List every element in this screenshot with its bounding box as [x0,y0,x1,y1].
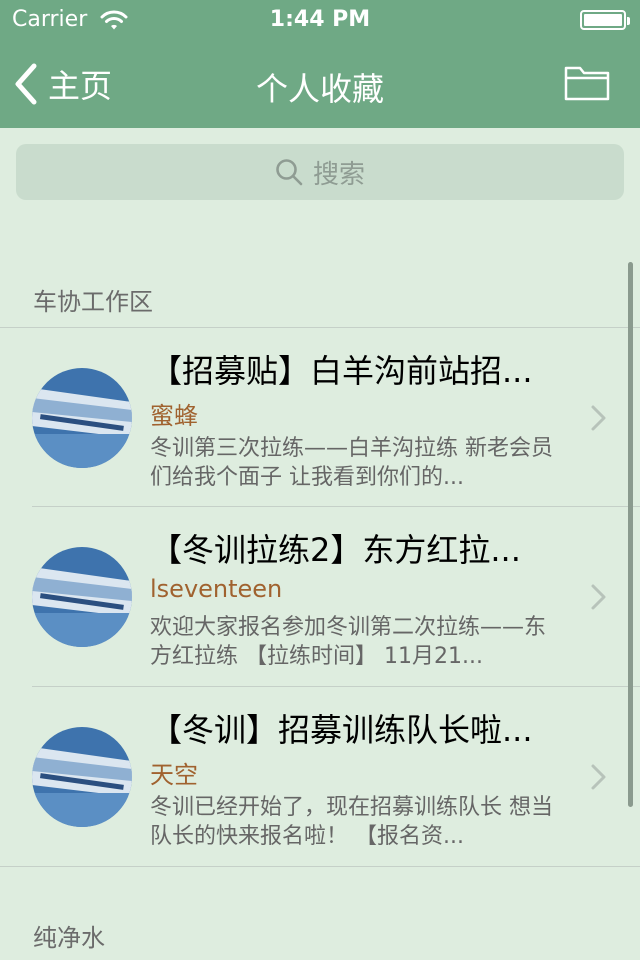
list-item[interactable]: 【招募贴】白羊沟前站招... 蜜蜂 冬训第三次拉练——白羊沟拉练 新老会员们给我… [0,328,640,508]
avatar [32,368,132,468]
folder-icon[interactable] [564,62,610,102]
scrollbar[interactable] [628,262,633,807]
item-author: lseventeen [150,575,283,603]
favorites-list[interactable]: 搜索 车协工作区 【招募贴】白羊沟前站招... 蜜蜂 冬训第三次拉练——白羊沟拉… [0,128,640,960]
search-placeholder: 搜索 [312,159,365,190]
item-description: 冬训第三次拉练——白羊沟拉练 新老会员们给我个面子 让我看到你们的... [150,436,553,490]
chevron-right-icon [591,405,606,431]
chevron-right-icon [591,584,606,610]
chevron-right-icon [591,764,606,790]
item-author: 蜜蜂 [150,402,198,430]
section-header: 纯净水 [33,924,105,952]
list-item[interactable]: 【冬训】招募训练队长啦... 天空 冬训已经开始了，现在招募训练队长 想当队长的… [0,687,640,867]
search-icon [276,159,303,186]
item-author: 天空 [150,761,198,789]
item-title: 【冬训拉练2】东方红拉... [150,531,521,569]
status-bar: Carrier 1:44 PM [0,0,640,40]
item-title: 【冬训】招募训练队长啦... [150,711,533,749]
item-title: 【招募贴】白羊沟前站招... [150,352,533,390]
status-time: 1:44 PM [269,7,371,32]
list-item[interactable]: 【冬训拉练2】东方红拉... lseventeen 欢迎大家报名参加冬训第二次拉… [0,507,640,687]
divider [0,866,640,867]
search-input[interactable]: 搜索 [16,144,624,200]
item-description: 欢迎大家报名参加冬训第二次拉练——东方红拉练 【拉练时间】 11月21... [150,615,547,669]
avatar [32,727,132,827]
navigation-bar: Carrier 1:44 PM 主页 个人收藏 [0,0,640,128]
battery-icon [580,10,630,30]
section-header: 车协工作区 [33,288,153,316]
avatar [32,547,132,647]
page-title: 个人收藏 [255,70,384,108]
item-description: 冬训已经开始了，现在招募训练队长 想当队长的快来报名啦！ 【报名资... [150,795,553,849]
